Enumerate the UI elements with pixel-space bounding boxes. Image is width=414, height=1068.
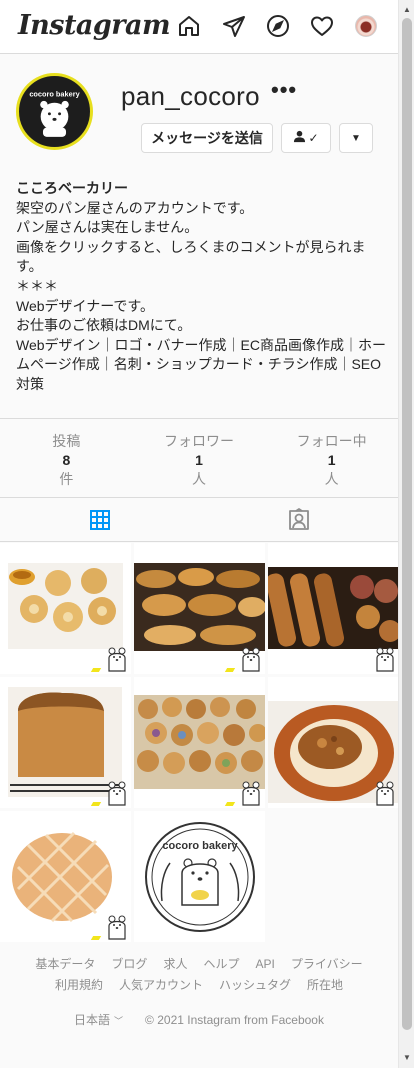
person-icon: [293, 130, 306, 146]
stat-unit: 件: [59, 471, 74, 487]
footer-link[interactable]: 人気アカウント: [119, 975, 203, 996]
bear-badge-icon: [240, 780, 262, 806]
profile-bio: こころベーカリー 架空のパン屋さんのアカウントです。 パン屋さんは実在しません。…: [16, 179, 388, 395]
stat-following[interactable]: フォロー中 1 人: [265, 419, 398, 497]
bear-badge-icon: [106, 780, 128, 806]
scroll-down-arrow-icon[interactable]: ▼: [399, 1050, 414, 1066]
top-nav-bar: Instagram: [0, 0, 398, 54]
home-icon[interactable]: [177, 14, 201, 38]
activity-heart-icon[interactable]: [310, 14, 334, 38]
language-label: 日本語: [74, 1013, 111, 1027]
post-tile[interactable]: [0, 677, 131, 808]
grid-icon: [88, 508, 112, 532]
footer-link[interactable]: 所在地: [307, 975, 343, 996]
footer-links: 基本データ ブログ 求人 ヘルプ API プライバシー 利用規約 人気アカウント…: [0, 954, 398, 996]
post-tile[interactable]: [268, 543, 399, 674]
stat-unit: 人: [324, 471, 339, 487]
following-button[interactable]: ✓: [281, 123, 331, 153]
footer-link[interactable]: 求人: [163, 954, 187, 975]
profile-tabs: [0, 498, 398, 542]
footer-link[interactable]: プライバシー: [291, 954, 363, 975]
post-tile[interactable]: [0, 811, 131, 942]
stat-value: 1: [327, 452, 336, 468]
check-icon: ✓: [308, 131, 319, 145]
profile-avatar-small[interactable]: [355, 15, 377, 37]
profile-stats: 投稿 8 件 フォロワー 1 人 フォロー中 1 人: [0, 418, 398, 498]
post-tile[interactable]: [134, 677, 265, 808]
post-tile[interactable]: [0, 543, 131, 674]
profile-username: pan_cocoro: [121, 81, 260, 111]
explore-icon[interactable]: [266, 14, 290, 38]
chevron-down-icon: ﹀: [114, 1016, 124, 1026]
instagram-logo[interactable]: Instagram: [18, 10, 171, 41]
stat-label: フォロー中: [296, 433, 367, 449]
language-select[interactable]: 日本語 ﹀: [74, 1011, 123, 1028]
profile-avatar[interactable]: cocoro bakery: [16, 73, 93, 150]
direct-icon[interactable]: [222, 14, 246, 38]
post-image-logo: cocoro bakery: [134, 811, 265, 942]
logo-text: cocoro bakery: [162, 840, 238, 852]
stat-unit: 人: [192, 471, 206, 487]
footer-link[interactable]: ブログ: [111, 954, 147, 975]
bear-badge-icon: [374, 646, 396, 672]
scroll-thumb[interactable]: [402, 18, 412, 1030]
profile-display-name: こころベーカリー: [16, 180, 128, 196]
profile-page: Instagram cocoro bakery pan_cocoro ••• メ…: [0, 0, 399, 1068]
stat-label: 投稿: [52, 433, 81, 449]
message-button[interactable]: メッセージを送信: [141, 123, 273, 153]
post-tile[interactable]: [134, 543, 265, 674]
footer-bottom: 日本語 ﹀ © 2021 Instagram from Facebook: [0, 1011, 398, 1028]
bear-badge-icon: [106, 646, 128, 672]
posts-grid: cocoro bakery: [0, 543, 399, 942]
tagged-person-icon: [287, 507, 311, 532]
post-tile[interactable]: cocoro bakery: [134, 811, 265, 942]
avatar-logo-text: cocoro bakery: [29, 89, 80, 98]
footer-link[interactable]: 利用規約: [55, 975, 103, 996]
profile-bio-text: 架空のパン屋さんのアカウントです。 パン屋さんは実在しません。 画像をクリックす…: [16, 199, 386, 392]
stat-followers[interactable]: フォロワー 1 人: [133, 419, 266, 497]
footer-link[interactable]: ハッシュタグ: [219, 975, 291, 996]
footer-link[interactable]: API: [255, 954, 274, 975]
footer: 基本データ ブログ 求人 ヘルプ API プライバシー 利用規約 人気アカウント…: [0, 954, 398, 1028]
bear-badge-icon: [240, 646, 262, 672]
tab-tagged[interactable]: [199, 498, 398, 541]
more-options-button[interactable]: •••: [271, 77, 297, 103]
scrollbar[interactable]: ▲ ▼: [398, 0, 414, 1068]
tab-posts[interactable]: [0, 498, 199, 541]
stat-value: 1: [195, 452, 203, 468]
stat-value: 8: [62, 452, 71, 468]
stat-posts: 投稿 8 件: [0, 419, 133, 497]
post-tile[interactable]: [268, 677, 399, 808]
copyright-text: © 2021 Instagram from Facebook: [145, 1012, 324, 1027]
bear-badge-icon: [374, 780, 396, 806]
suggestions-dropdown-button[interactable]: ▼: [339, 123, 373, 153]
bear-badge-icon: [106, 914, 128, 940]
footer-link[interactable]: 基本データ: [35, 954, 95, 975]
scroll-up-arrow-icon[interactable]: ▲: [399, 2, 414, 18]
stat-label: フォロワー: [164, 433, 234, 449]
footer-link[interactable]: ヘルプ: [203, 954, 239, 975]
